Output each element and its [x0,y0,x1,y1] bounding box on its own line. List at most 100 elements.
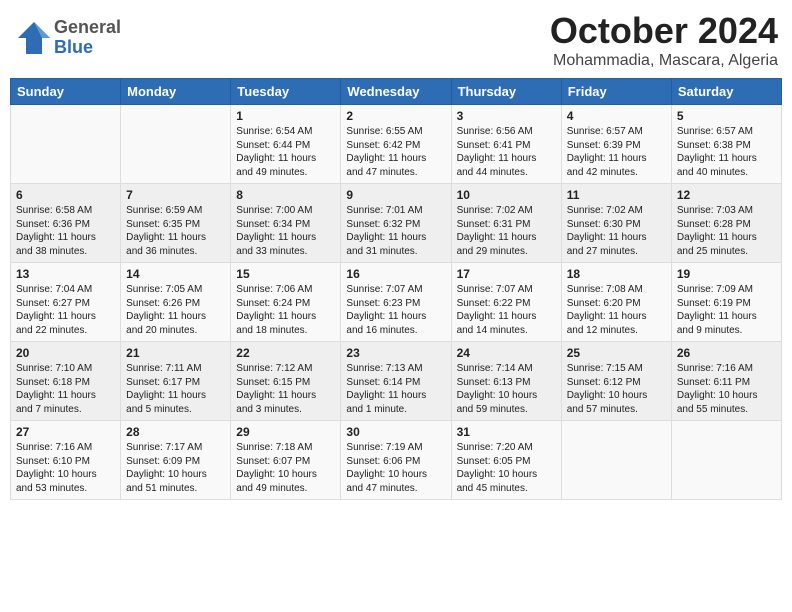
day-info: Sunrise: 6:59 AM Sunset: 6:35 PM Dayligh… [126,204,225,258]
day-info: Sunrise: 7:16 AM Sunset: 6:10 PM Dayligh… [16,441,115,495]
day-number: 13 [16,267,115,281]
calendar-cell: 4 Sunrise: 6:57 AM Sunset: 6:39 PM Daylig… [561,105,671,184]
calendar-cell: 31 Sunrise: 7:20 AM Sunset: 6:05 PM Dayli… [451,421,561,500]
day-number: 4 [567,109,666,123]
calendar-cell: 3 Sunrise: 6:56 AM Sunset: 6:41 PM Daylig… [451,105,561,184]
day-info: Sunrise: 6:57 AM Sunset: 6:38 PM Dayligh… [677,125,776,179]
calendar-cell: 12 Sunrise: 7:03 AM Sunset: 6:28 PM Dayli… [671,184,781,263]
logo-icon [14,18,54,58]
day-number: 12 [677,188,776,202]
weekday-header: Saturday [671,79,781,105]
day-number: 31 [457,425,556,439]
calendar-cell: 20Sunrise: 7:10 AM Sunset: 6:18 PM Dayli… [11,342,121,421]
calendar-cell: 15Sunrise: 7:06 AM Sunset: 6:24 PM Dayli… [231,263,341,342]
day-number: 10 [457,188,556,202]
day-number: 18 [567,267,666,281]
logo-general: General [54,18,121,38]
calendar-cell: 16 Sunrise: 7:07 AM Sunset: 6:23 PM Dayli… [341,263,451,342]
logo: General Blue [14,18,121,58]
day-info: Sunrise: 6:58 AM Sunset: 6:36 PM Dayligh… [16,204,115,258]
day-number: 2 [346,109,445,123]
calendar-cell: 1 Sunrise: 6:54 AM Sunset: 6:44 PM Daylig… [231,105,341,184]
day-info: Sunrise: 7:20 AM Sunset: 6:05 PM Dayligh… [457,441,556,495]
day-info: Sunrise: 7:00 AM Sunset: 6:34 PM Dayligh… [236,204,335,258]
page-title: October 2024 [550,10,778,52]
day-info: Sunrise: 7:16 AM Sunset: 6:11 PM Dayligh… [677,362,776,416]
day-number: 25 [567,346,666,360]
calendar-cell [671,421,781,500]
day-number: 8 [236,188,335,202]
calendar-cell: 11 Sunrise: 7:02 AM Sunset: 6:30 PM Dayli… [561,184,671,263]
weekday-header: Thursday [451,79,561,105]
calendar-cell: 13 Sunrise: 7:04 AM Sunset: 6:27 PM Dayli… [11,263,121,342]
calendar-header-row: SundayMondayTuesdayWednesdayThursdayFrid… [11,79,782,105]
day-number: 27 [16,425,115,439]
day-number: 22 [236,346,335,360]
day-info: Sunrise: 7:03 AM Sunset: 6:28 PM Dayligh… [677,204,776,258]
day-info: Sunrise: 7:02 AM Sunset: 6:31 PM Dayligh… [457,204,556,258]
calendar-cell: 10 Sunrise: 7:02 AM Sunset: 6:31 PM Dayli… [451,184,561,263]
day-info: Sunrise: 7:05 AM Sunset: 6:26 PM Dayligh… [126,283,225,337]
day-info: Sunrise: 7:01 AM Sunset: 6:32 PM Dayligh… [346,204,445,258]
day-info: Sunrise: 7:11 AM Sunset: 6:17 PM Dayligh… [126,362,225,416]
day-number: 1 [236,109,335,123]
day-number: 16 [346,267,445,281]
calendar-week-row: 6 Sunrise: 6:58 AM Sunset: 6:36 PM Daylig… [11,184,782,263]
day-info: Sunrise: 7:04 AM Sunset: 6:27 PM Dayligh… [16,283,115,337]
calendar-week-row: 1 Sunrise: 6:54 AM Sunset: 6:44 PM Daylig… [11,105,782,184]
day-info: Sunrise: 7:02 AM Sunset: 6:30 PM Dayligh… [567,204,666,258]
day-info: Sunrise: 7:06 AM Sunset: 6:24 PM Dayligh… [236,283,335,337]
calendar-cell [11,105,121,184]
day-info: Sunrise: 6:56 AM Sunset: 6:41 PM Dayligh… [457,125,556,179]
day-info: Sunrise: 7:07 AM Sunset: 6:23 PM Dayligh… [346,283,445,337]
calendar-cell [121,105,231,184]
calendar-cell: 14 Sunrise: 7:05 AM Sunset: 6:26 PM Dayli… [121,263,231,342]
calendar-cell: 23Sunrise: 7:13 AM Sunset: 6:14 PM Dayli… [341,342,451,421]
weekday-header: Wednesday [341,79,451,105]
calendar-cell: 18Sunrise: 7:08 AM Sunset: 6:20 PM Dayli… [561,263,671,342]
day-number: 11 [567,188,666,202]
calendar-cell: 5Sunrise: 6:57 AM Sunset: 6:38 PM Daylig… [671,105,781,184]
day-number: 19 [677,267,776,281]
page-subtitle: Mohammadia, Mascara, Algeria [550,52,778,70]
day-number: 30 [346,425,445,439]
day-info: Sunrise: 6:57 AM Sunset: 6:39 PM Dayligh… [567,125,666,179]
day-number: 21 [126,346,225,360]
day-info: Sunrise: 7:18 AM Sunset: 6:07 PM Dayligh… [236,441,335,495]
calendar-week-row: 20Sunrise: 7:10 AM Sunset: 6:18 PM Dayli… [11,342,782,421]
day-number: 3 [457,109,556,123]
day-number: 24 [457,346,556,360]
day-number: 28 [126,425,225,439]
logo-blue: Blue [54,38,121,58]
calendar-week-row: 13 Sunrise: 7:04 AM Sunset: 6:27 PM Dayli… [11,263,782,342]
calendar-cell: 19 Sunrise: 7:09 AM Sunset: 6:19 PM Dayli… [671,263,781,342]
title-block: October 2024 Mohammadia, Mascara, Algeri… [550,10,778,70]
day-info: Sunrise: 7:07 AM Sunset: 6:22 PM Dayligh… [457,283,556,337]
day-number: 14 [126,267,225,281]
calendar-cell: 21 Sunrise: 7:11 AM Sunset: 6:17 PM Dayli… [121,342,231,421]
weekday-header: Tuesday [231,79,341,105]
calendar-cell: 2Sunrise: 6:55 AM Sunset: 6:42 PM Daylig… [341,105,451,184]
day-info: Sunrise: 7:09 AM Sunset: 6:19 PM Dayligh… [677,283,776,337]
calendar-week-row: 27 Sunrise: 7:16 AM Sunset: 6:10 PM Dayli… [11,421,782,500]
calendar-cell: 26 Sunrise: 7:16 AM Sunset: 6:11 PM Dayli… [671,342,781,421]
day-info: Sunrise: 6:54 AM Sunset: 6:44 PM Dayligh… [236,125,335,179]
day-info: Sunrise: 7:10 AM Sunset: 6:18 PM Dayligh… [16,362,115,416]
day-number: 7 [126,188,225,202]
day-number: 17 [457,267,556,281]
calendar-cell: 9Sunrise: 7:01 AM Sunset: 6:32 PM Daylig… [341,184,451,263]
day-info: Sunrise: 7:17 AM Sunset: 6:09 PM Dayligh… [126,441,225,495]
day-number: 6 [16,188,115,202]
calendar-cell: 24Sunrise: 7:14 AM Sunset: 6:13 PM Dayli… [451,342,561,421]
logo-text: General Blue [54,18,121,58]
calendar-cell: 7 Sunrise: 6:59 AM Sunset: 6:35 PM Daylig… [121,184,231,263]
calendar-cell: 17 Sunrise: 7:07 AM Sunset: 6:22 PM Dayli… [451,263,561,342]
day-number: 29 [236,425,335,439]
day-number: 23 [346,346,445,360]
calendar-cell [561,421,671,500]
calendar-cell: 25Sunrise: 7:15 AM Sunset: 6:12 PM Dayli… [561,342,671,421]
day-number: 26 [677,346,776,360]
calendar-table: SundayMondayTuesdayWednesdayThursdayFrid… [10,78,782,500]
calendar-cell: 6 Sunrise: 6:58 AM Sunset: 6:36 PM Daylig… [11,184,121,263]
weekday-header: Sunday [11,79,121,105]
